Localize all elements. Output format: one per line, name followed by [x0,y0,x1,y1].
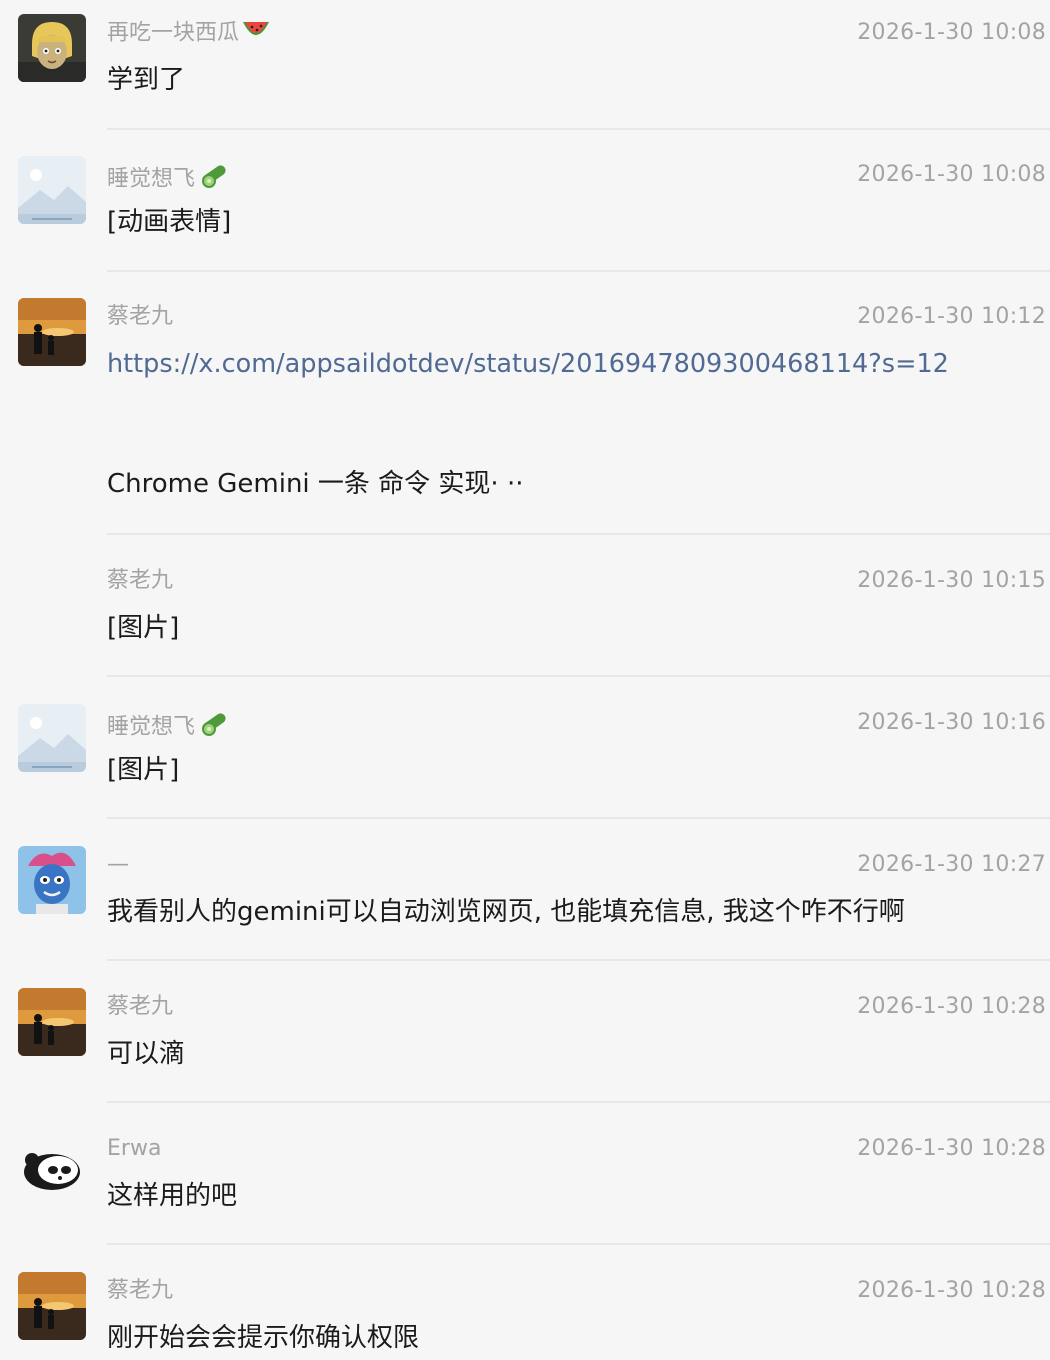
message-item: 蔡老九 2026-1-30 10:28 刚开始会会提示你确认权限 [0,1258,1050,1360]
avatar[interactable] [18,988,86,1056]
message-item: 蔡老九 2026-1-30 10:28 可以滴 [0,974,1050,1104]
sender-name[interactable]: Erwa [107,1134,161,1164]
message-time: 2026-1-30 10:28 [857,994,1046,1019]
message-text[interactable]: [图片] [107,752,179,788]
message-item: 蔡老九 2026-1-30 10:15 [图片] [0,548,1050,678]
image-placeholder-icon [18,704,86,772]
divider [107,1101,1050,1103]
cartoon-character-avatar-icon [18,846,86,914]
sunset-silhouette-avatar-icon [18,988,86,1056]
avatar[interactable] [18,14,86,82]
sender-name[interactable]: — [107,850,129,880]
message-item: 睡觉想飞 2026-1-30 10:08 [动画表情] [0,142,1050,272]
message-text[interactable]: 这样用的吧 [107,1178,237,1214]
panda-avatar-icon [18,1130,86,1198]
divider [107,959,1050,961]
message-item: Erwa 2026-1-30 10:28 这样用的吧 [0,1116,1050,1246]
sender-name[interactable]: 睡觉想飞 [107,160,231,199]
cucumber-icon [197,708,231,747]
message-time: 2026-1-30 10:08 [857,162,1046,187]
message-text[interactable]: [动画表情] [107,204,231,240]
message-text[interactable]: 刚开始会会提示你确认权限 [107,1320,419,1356]
message-text[interactable]: 学到了 [107,62,185,98]
avatar[interactable] [18,1130,86,1198]
avatar[interactable] [18,704,86,772]
message-item: — 2026-1-30 10:27 我看别人的gemini可以自动浏览网页, 也… [0,832,1050,962]
message-time: 2026-1-30 10:08 [857,20,1046,45]
message-time: 2026-1-30 10:12 [857,304,1046,329]
sunset-silhouette-avatar-icon [18,298,86,366]
message-item: 睡觉想飞 2026-1-30 10:16 [图片] [0,690,1050,820]
avatar[interactable] [18,1272,86,1340]
watermelon-icon [241,18,271,49]
message-time: 2026-1-30 10:16 [857,710,1046,735]
message-time: 2026-1-30 10:27 [857,852,1046,877]
divider [107,128,1050,130]
divider [107,675,1050,677]
divider [107,817,1050,819]
sender-name[interactable]: 睡觉想飞 [107,708,231,747]
avatar[interactable] [18,298,86,366]
message-item: 再吃一块西瓜 2026-1-30 10:08 学到了 [0,0,1050,130]
sunset-silhouette-avatar-icon [18,1272,86,1340]
message-text[interactable]: 可以滴 [107,1036,185,1072]
message-link[interactable]: https://x.com/appsaildotdev/status/20169… [107,346,949,382]
sender-name[interactable]: 蔡老九 [107,302,173,332]
message-time: 2026-1-30 10:28 [857,1136,1046,1161]
message-text[interactable]: [图片] [107,610,179,646]
image-placeholder-icon [18,156,86,224]
avatar[interactable] [18,846,86,914]
message-time: 2026-1-30 10:28 [857,1278,1046,1303]
message-item: 蔡老九 2026-1-30 10:12 https://x.com/appsai… [0,284,1050,536]
sender-name[interactable]: 蔡老九 [107,566,173,596]
sender-name[interactable]: 蔡老九 [107,992,173,1022]
anime-avatar-icon [18,14,86,82]
divider [107,533,1050,535]
sender-name[interactable]: 蔡老九 [107,1276,173,1306]
message-time: 2026-1-30 10:15 [857,568,1046,593]
divider [107,1243,1050,1245]
sender-name[interactable]: 再吃一块西瓜 [107,18,271,49]
cucumber-icon [197,160,231,199]
avatar[interactable] [18,156,86,224]
chat-message-list: 再吃一块西瓜 2026-1-30 10:08 学到了 睡觉想飞 2026-1-3… [0,0,1050,1360]
message-text[interactable]: 我看别人的gemini可以自动浏览网页, 也能填充信息, 我这个咋不行啊 [107,894,905,930]
divider [107,270,1050,272]
message-text-line[interactable]: Chrome Gemini 一条 命令 实现· ·· [107,466,524,502]
